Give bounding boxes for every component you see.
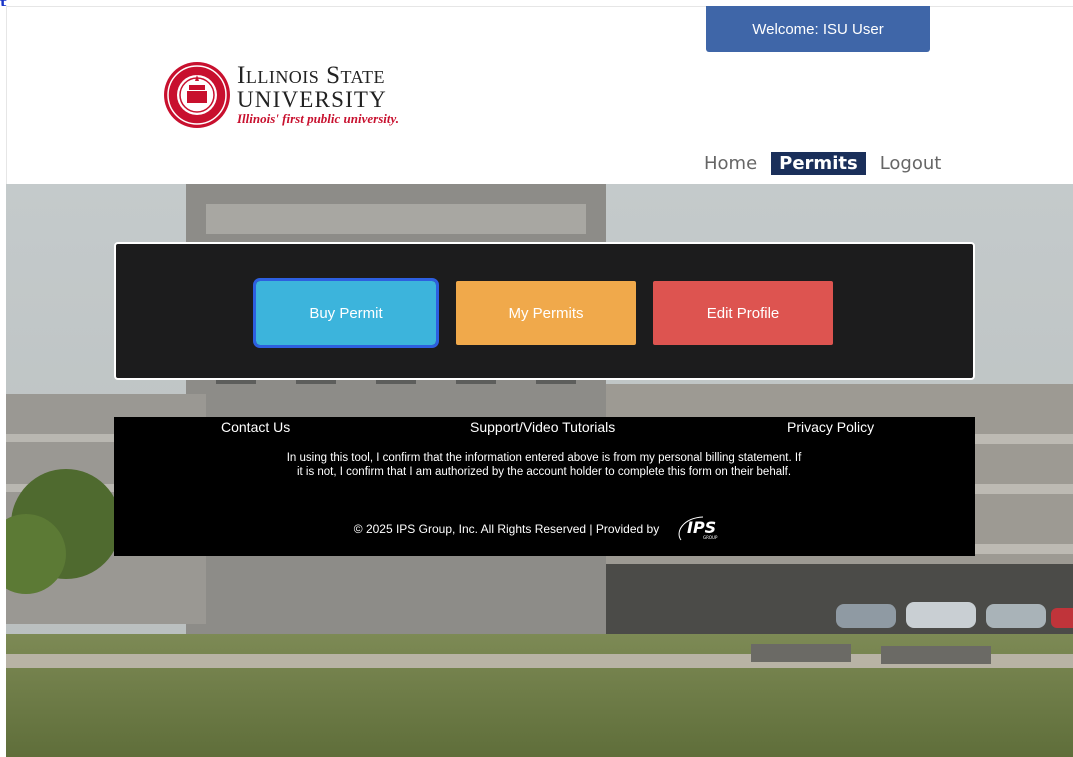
svg-text:GROUP: GROUP — [703, 535, 718, 540]
disclaimer-text: In using this tool, I confirm that the i… — [286, 452, 802, 478]
edit-profile-button[interactable]: Edit Profile — [653, 281, 833, 345]
contact-us-link[interactable]: Contact Us — [221, 419, 290, 435]
university-logo[interactable]: ILLINOIS STATE UNIVERSITY Illinois' firs… — [163, 58, 443, 132]
copyright-row: © 2025 IPS Group, Inc. All Rights Reserv… — [114, 514, 975, 544]
nav-permits[interactable]: Permits — [771, 152, 866, 175]
ips-group-logo-icon[interactable]: IPS GROUP — [673, 514, 735, 544]
buy-permit-button[interactable]: Buy Permit — [253, 278, 439, 348]
privacy-policy-link[interactable]: Privacy Policy — [787, 419, 874, 435]
copyright-text: © 2025 IPS Group, Inc. All Rights Reserv… — [353, 522, 660, 536]
nav-logout[interactable]: Logout — [876, 152, 946, 175]
my-permits-button[interactable]: My Permits — [456, 281, 636, 345]
welcome-banner: Welcome: ISU User — [706, 6, 930, 52]
university-seal-icon — [164, 62, 230, 128]
support-tutorials-link[interactable]: Support/Video Tutorials — [470, 419, 615, 435]
footer-links: Contact Us Support/Video Tutorials Priva… — [114, 419, 975, 439]
footer: Contact Us Support/Video Tutorials Priva… — [114, 417, 975, 556]
logo-tagline: Illinois' first public university. — [237, 110, 400, 126]
main-nav: Home Permits Logout — [700, 152, 945, 175]
logo-university-text: UNIVERSITY — [237, 86, 387, 112]
nav-home[interactable]: Home — [700, 152, 761, 175]
action-panel: Buy Permit My Permits Edit Profile — [114, 242, 975, 380]
